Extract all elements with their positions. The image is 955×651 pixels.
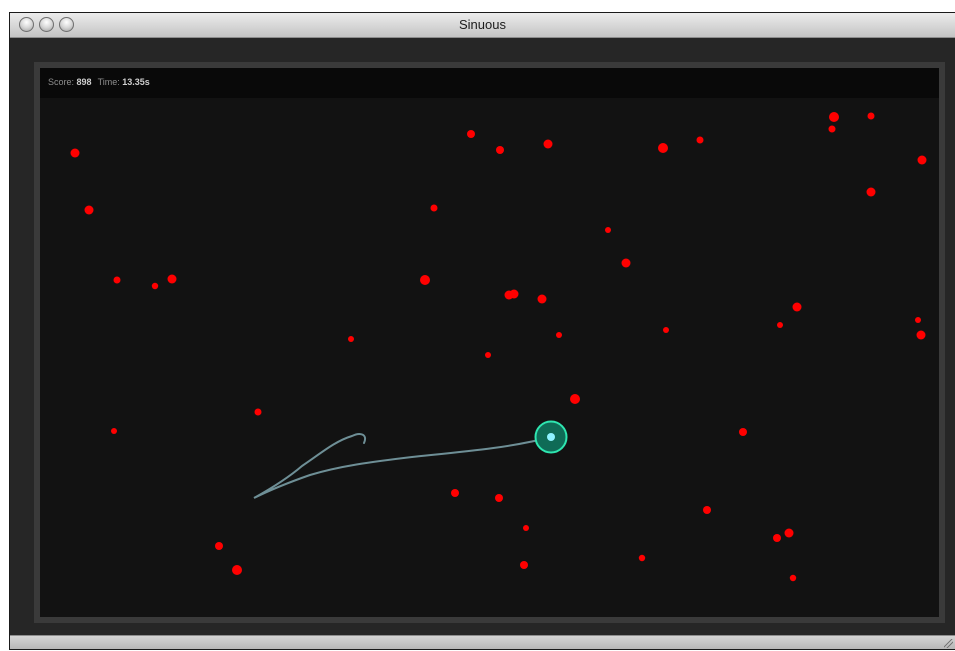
enemy-dot <box>605 227 611 233</box>
enemy-dot <box>773 534 781 542</box>
enemy-dot <box>430 204 438 212</box>
enemy-dot <box>420 275 430 285</box>
enemy-dot <box>70 148 80 158</box>
game-stage[interactable]: Score: 898 Time: 13.35s <box>40 68 939 617</box>
game-canvas[interactable] <box>40 68 939 617</box>
enemy-dot <box>792 302 802 312</box>
enemy-dot <box>509 289 519 299</box>
enemy-dot <box>451 489 459 497</box>
enemy-dot <box>621 258 631 268</box>
enemy-dot <box>916 330 926 340</box>
enemy-dot <box>254 408 262 416</box>
enemy-dot <box>467 130 475 138</box>
enemy-dot <box>696 136 704 144</box>
enemy-dot <box>496 146 504 154</box>
enemy-dot <box>84 205 94 215</box>
score-value: 898 <box>76 77 92 87</box>
enemy-dot <box>828 125 836 133</box>
enemy-dot <box>663 327 669 333</box>
enemy-dot <box>495 494 503 502</box>
status-bar <box>10 635 955 649</box>
enemy-dot <box>485 352 491 358</box>
enemy-dot <box>543 139 553 149</box>
hud-bar: Score: 898 Time: 13.35s <box>40 68 939 98</box>
enemy-dot <box>777 322 783 328</box>
enemy-dot <box>917 155 927 165</box>
enemy-dot <box>570 394 580 404</box>
enemy-dot <box>348 336 354 342</box>
enemy-dot <box>523 525 529 531</box>
enemy-dot <box>215 542 223 550</box>
player-trail <box>253 433 552 499</box>
enemy-dot <box>111 428 117 434</box>
time-value: 13.35s <box>122 77 150 87</box>
enemy-dot <box>866 187 876 197</box>
app-window: Sinuous Score: 898 Time: 13.35s <box>10 13 955 649</box>
enemy-dot <box>829 112 839 122</box>
enemy-dot <box>739 428 747 436</box>
title-bar[interactable]: Sinuous <box>10 13 955 38</box>
enemy-dot <box>113 276 121 284</box>
enemy-dot <box>556 332 562 338</box>
enemy-dot <box>915 317 921 323</box>
enemy-dot <box>784 528 794 538</box>
enemy-dot <box>151 282 159 290</box>
resize-grip-icon[interactable] <box>944 639 953 648</box>
enemy-dot <box>638 554 646 562</box>
window-title: Sinuous <box>459 17 506 32</box>
game-frame: Score: 898 Time: 13.35s <box>34 62 945 623</box>
enemy-dot <box>520 561 528 569</box>
enemy-dot <box>789 574 797 582</box>
enemy-dot <box>537 294 547 304</box>
time-label: Time: <box>97 77 120 87</box>
enemy-dot <box>867 112 875 120</box>
player-core <box>547 433 555 441</box>
enemy-dot <box>658 143 668 153</box>
score-label: Score: <box>48 77 75 87</box>
enemy-dot <box>167 274 177 284</box>
enemy-dot <box>703 506 711 514</box>
enemy-dot <box>232 565 242 575</box>
